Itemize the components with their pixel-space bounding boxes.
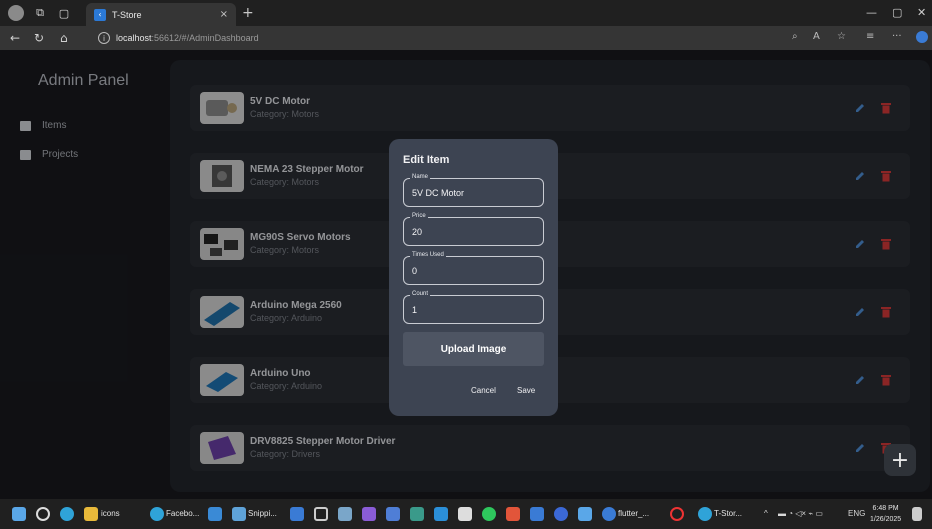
tab-close-icon[interactable]: × [220,9,228,20]
field-label: Times Used [410,252,446,258]
tab-tstore[interactable]: ‹ T-Store × [86,3,236,26]
field-value: 5V DC Motor [412,188,465,198]
taskbar-label[interactable]: flutter_... [618,509,649,518]
upload-image-button[interactable]: Upload Image [403,332,544,366]
cancel-button[interactable]: Cancel [471,386,496,395]
opera-icon[interactable] [670,507,684,521]
whatsapp-icon[interactable] [482,507,496,521]
times-used-field[interactable]: Times Used 0 [403,252,544,285]
edit-item-dialog: Edit Item Name 5V DC Motor Price 20 Time… [389,139,558,416]
favorites-list-icon[interactable]: ≡ [866,31,874,42]
visual-studio-icon[interactable] [362,507,376,521]
clock[interactable]: 6:48 PM 1/26/2025 [870,503,901,525]
url-field[interactable]: i localhost :56612/#/AdminDashboard [98,29,898,47]
address-bar: ← ↻ ⌂ i localhost :56612/#/AdminDashboar… [0,26,932,50]
field-value: 20 [412,227,423,237]
app-icon[interactable] [290,507,304,521]
flutter-icon[interactable] [602,507,616,521]
edge-app-icon[interactable] [150,507,164,521]
app-icon[interactable] [578,507,592,521]
tray-chevron-icon[interactable]: ^ [764,509,768,518]
mail-icon[interactable] [530,507,544,521]
taskbar-label[interactable]: Facebo... [166,509,199,518]
browser-tab-bar: ⧉ ▢ ‹ T-Store × + — ▢ ✕ [0,0,932,26]
tray-icons[interactable]: ▬ ◔ ◁× ⌁ ▭ [778,509,823,518]
field-value: 0 [412,266,418,276]
read-aloud-icon[interactable]: A [813,31,820,42]
field-value: 1 [412,305,418,315]
taskbar-label[interactable]: Snippi... [248,509,277,518]
tab-favicon-icon: ‹ [94,8,106,21]
copilot-icon[interactable] [916,31,928,43]
field-label: Price [410,213,428,219]
close-window-button[interactable]: ✕ [917,6,926,19]
add-item-button[interactable]: + [884,444,916,476]
more-menu-icon[interactable]: ··· [892,31,902,42]
app-icon[interactable] [506,507,520,521]
edge-active-icon[interactable] [698,507,712,521]
profile-icon[interactable] [8,5,24,21]
url-path: :56612/#/AdminDashboard [151,33,259,43]
stats-icon[interactable] [458,507,472,521]
new-tab-button[interactable]: + [242,5,254,21]
snipping-icon[interactable] [232,507,246,521]
notifications-icon[interactable] [912,507,922,521]
maximize-button[interactable]: ▢ [892,6,902,19]
language-indicator[interactable]: ENG [848,509,865,518]
vscode-icon[interactable] [434,507,448,521]
save-button[interactable]: Save [517,386,535,395]
app-icon[interactable] [386,507,400,521]
taskbar-label[interactable]: icons [101,509,120,518]
search-page-icon[interactable]: ⌕ [792,31,798,42]
field-label: Count [410,291,431,297]
folder-icon[interactable] [84,507,98,521]
tab-actions-icon[interactable]: ▢ [56,5,72,21]
dialog-title: Edit Item [403,154,450,166]
tab-title: T-Store [112,9,142,20]
app-icon[interactable] [338,507,352,521]
taskbar-label[interactable]: T-Stor... [714,509,742,518]
clock-date: 1/26/2025 [870,516,902,523]
field-label: Name [410,174,431,180]
name-field[interactable]: Name 5V DC Motor [403,174,544,207]
app-icon[interactable] [208,507,222,521]
back-icon[interactable]: ← [10,31,20,45]
workspaces-icon[interactable]: ⧉ [32,5,48,21]
site-info-icon[interactable]: i [98,32,110,44]
url-host: localhost [116,33,152,43]
clock-time: 6:48 PM [872,505,899,512]
home-icon[interactable]: ⌂ [60,31,68,45]
favorite-icon[interactable]: ☆ [837,31,846,42]
count-field[interactable]: Count 1 [403,291,544,324]
search-icon[interactable] [36,507,50,521]
taskbar: icons Facebo... Snippi... flutter_... T-… [0,499,932,529]
app-icon[interactable] [410,507,424,521]
refresh-icon[interactable]: ↻ [34,31,44,45]
start-icon[interactable] [12,507,26,521]
window-icon[interactable] [314,507,328,521]
app-icon[interactable] [554,507,568,521]
price-field[interactable]: Price 20 [403,213,544,246]
minimize-button[interactable]: — [866,6,877,19]
edge-icon[interactable] [60,507,74,521]
